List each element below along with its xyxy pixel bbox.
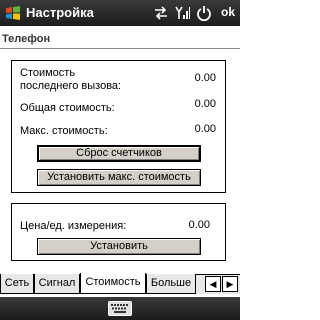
tab-cost[interactable]: Стоимость (80, 273, 146, 294)
unit-price-label: Цена/ед. измерения: (20, 220, 127, 232)
total-cost-label: Общая стоимость: (20, 102, 115, 114)
window-title: Настройка (26, 5, 94, 20)
reset-counters-button[interactable]: Сброс счетчиков (37, 145, 201, 162)
windows-logo-icon[interactable] (4, 4, 22, 22)
keyboard-icon[interactable] (108, 301, 132, 316)
max-cost-label: Макс. стоимость: (20, 125, 108, 137)
max-cost-value: 0.00 (194, 123, 216, 135)
header-divider (0, 48, 240, 49)
page-title: Телефон (2, 33, 51, 45)
tab-more[interactable]: Больше (146, 274, 196, 294)
unit-price-value: 0.00 (188, 219, 210, 231)
tab-signal[interactable]: Сигнал (34, 274, 80, 294)
last-call-cost-value: 0.00 (194, 72, 216, 84)
power-icon[interactable] (196, 5, 212, 21)
total-cost-value: 0.00 (194, 98, 216, 110)
ok-button[interactable]: ok (218, 4, 238, 22)
signal-icon[interactable] (174, 5, 190, 21)
tab-network[interactable]: Сеть (0, 274, 34, 294)
tab-scroll-right-icon[interactable]: ▶ (222, 276, 238, 292)
last-call-cost-label: Стоимость последнего вызова: (20, 67, 122, 92)
sync-icon[interactable] (153, 5, 169, 21)
set-unit-price-button[interactable]: Установить (37, 238, 201, 255)
tab-scroll-left-icon[interactable]: ◀ (205, 276, 221, 292)
set-max-cost-button[interactable]: Установить макс. стоимость (37, 169, 201, 186)
